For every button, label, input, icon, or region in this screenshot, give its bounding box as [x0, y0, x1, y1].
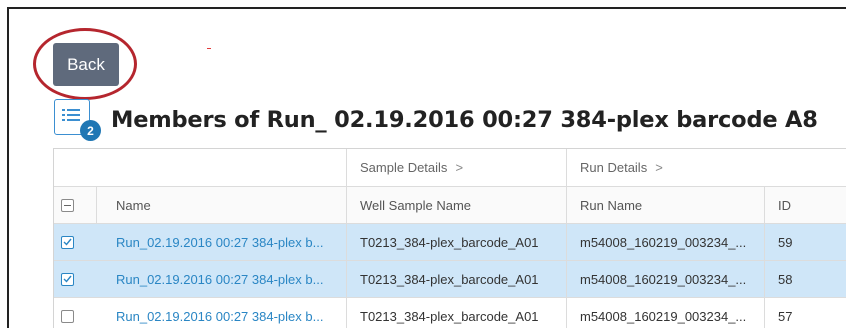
run-name-link[interactable]: Run_02.19.2016 00:27 384-plex b... — [116, 261, 323, 297]
page-title: Members of Run_ 02.19.2016 00:27 384-ple… — [111, 107, 818, 133]
run-name-cell: m54008_160219_003234_... — [580, 271, 747, 287]
run-name-cell: m54008_160219_003234_... — [580, 308, 747, 324]
chevron-right-icon: > — [655, 160, 663, 175]
table-row[interactable]: Run_02.19.2016 00:27 384-plex b... T0213… — [54, 224, 846, 261]
table-row[interactable]: Run_02.19.2016 00:27 384-plex b... T0213… — [54, 298, 846, 328]
back-button[interactable]: Back — [53, 43, 119, 86]
row-checkbox[interactable] — [61, 261, 74, 297]
well-sample-name-cell: T0213_384-plex_barcode_A01 — [360, 271, 539, 287]
well-sample-name-cell: T0213_384-plex_barcode_A01 — [360, 234, 539, 250]
table-row[interactable]: Run_02.19.2016 00:27 384-plex b... T0213… — [54, 261, 846, 298]
id-cell: 59 — [778, 234, 793, 250]
run-name-link[interactable]: Run_02.19.2016 00:27 384-plex b... — [116, 224, 323, 260]
run-name-cell: m54008_160219_003234_... — [580, 234, 747, 250]
members-table: Sample Details > Run Details > Name Well… — [53, 148, 846, 328]
column-header-row: Name Well Sample Name Run Name ID — [54, 187, 846, 224]
well-sample-name-cell: T0213_384-plex_barcode_A01 — [360, 308, 539, 324]
id-cell: 58 — [778, 271, 793, 287]
list-icon — [62, 109, 80, 121]
column-header-name[interactable]: Name — [116, 187, 151, 223]
checkmark-icon — [61, 272, 74, 286]
row-checkbox[interactable] — [61, 224, 74, 260]
column-header-id[interactable]: ID — [778, 187, 791, 223]
id-cell: 57 — [778, 308, 793, 324]
selection-count-badge: 2 — [80, 120, 101, 141]
column-group-label: Sample Details — [360, 160, 448, 175]
row-checkbox[interactable] — [61, 298, 74, 328]
column-header-run-name[interactable]: Run Name — [580, 187, 642, 223]
run-name-link[interactable]: Run_02.19.2016 00:27 384-plex b... — [116, 298, 323, 328]
column-group-label: Run Details — [580, 160, 648, 175]
annotation-mark — [207, 48, 211, 49]
chevron-right-icon: > — [455, 160, 464, 175]
column-header-well-sample-name[interactable]: Well Sample Name — [360, 187, 471, 223]
checkmark-icon — [61, 235, 74, 249]
column-group-header-row: Sample Details > Run Details > — [54, 149, 846, 187]
column-group-sample-details[interactable]: Sample Details > — [360, 149, 463, 186]
select-all-checkbox[interactable] — [61, 187, 74, 223]
column-group-run-details[interactable]: Run Details > — [580, 149, 663, 186]
